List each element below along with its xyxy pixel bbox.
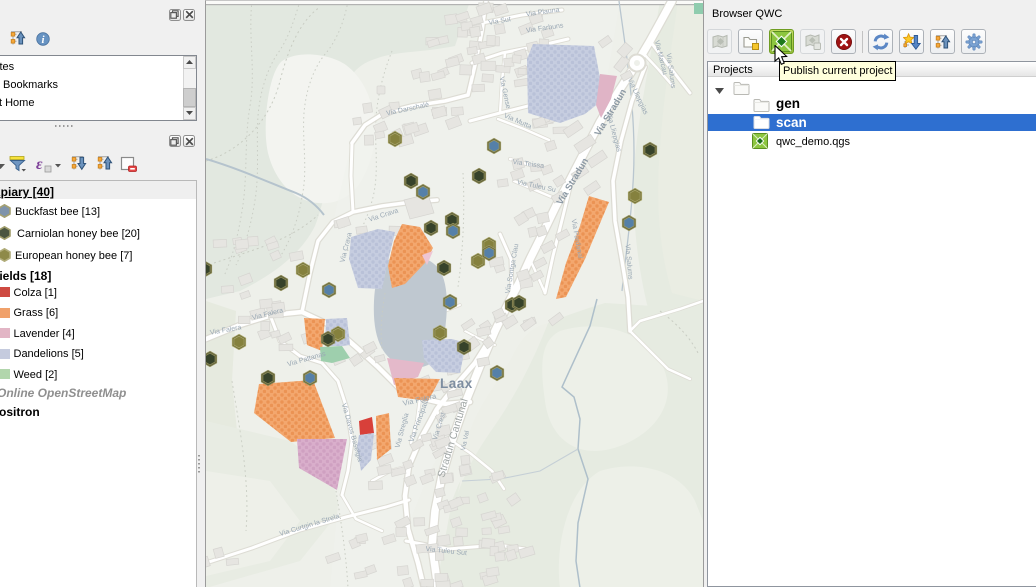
svg-text:ε: ε [36, 157, 43, 173]
svg-text:Laax: Laax [440, 376, 473, 391]
